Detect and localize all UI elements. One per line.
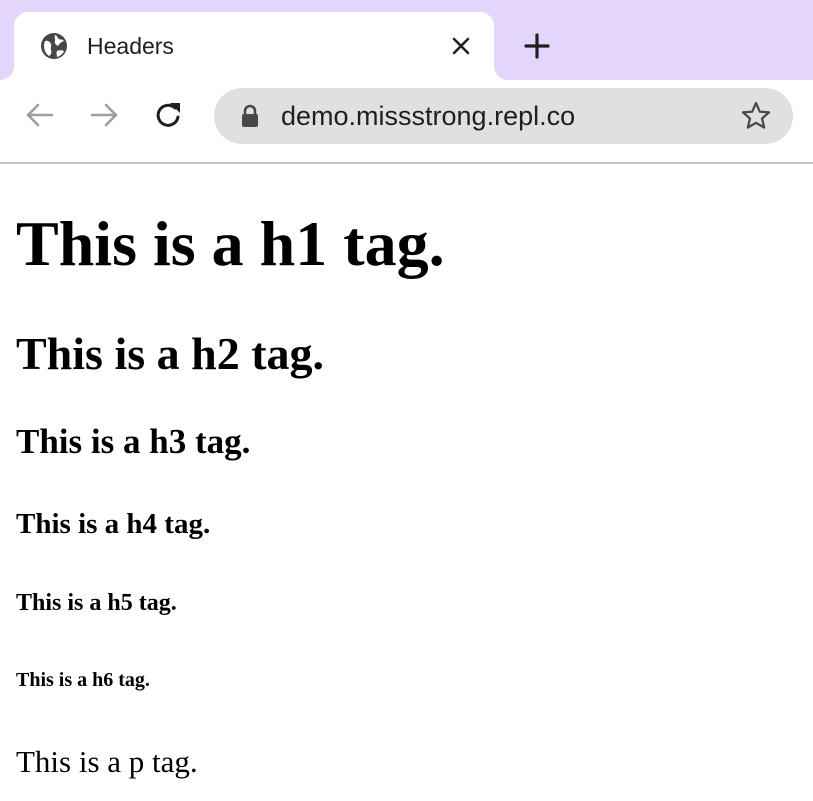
arrow-right-icon[interactable]: [88, 99, 120, 131]
plus-icon[interactable]: [522, 31, 552, 61]
tab-corner-right: [494, 66, 508, 80]
globe-icon: [41, 33, 67, 59]
tab-corner-left: [0, 66, 14, 80]
url-text[interactable]: demo.missstrong.repl.co: [281, 99, 575, 133]
heading-h3: This is a h3 tag.: [16, 422, 251, 461]
paragraph: This is a p tag.: [16, 744, 198, 779]
close-icon[interactable]: [448, 33, 474, 59]
heading-h2: This is a h2 tag.: [16, 328, 325, 379]
heading-h5: This is a h5 tag.: [16, 590, 177, 616]
star-icon[interactable]: [740, 100, 772, 132]
page-content: This is a h1 tag. This is a h2 tag. This…: [0, 164, 813, 801]
tab-title: Headers: [87, 33, 174, 59]
heading-h1: This is a h1 tag.: [16, 208, 445, 279]
reload-icon[interactable]: [153, 99, 185, 131]
lock-icon[interactable]: [240, 104, 260, 128]
heading-h4: This is a h4 tag.: [16, 508, 211, 540]
arrow-left-icon[interactable]: [24, 99, 56, 131]
heading-h6: This is a h6 tag.: [16, 669, 150, 691]
